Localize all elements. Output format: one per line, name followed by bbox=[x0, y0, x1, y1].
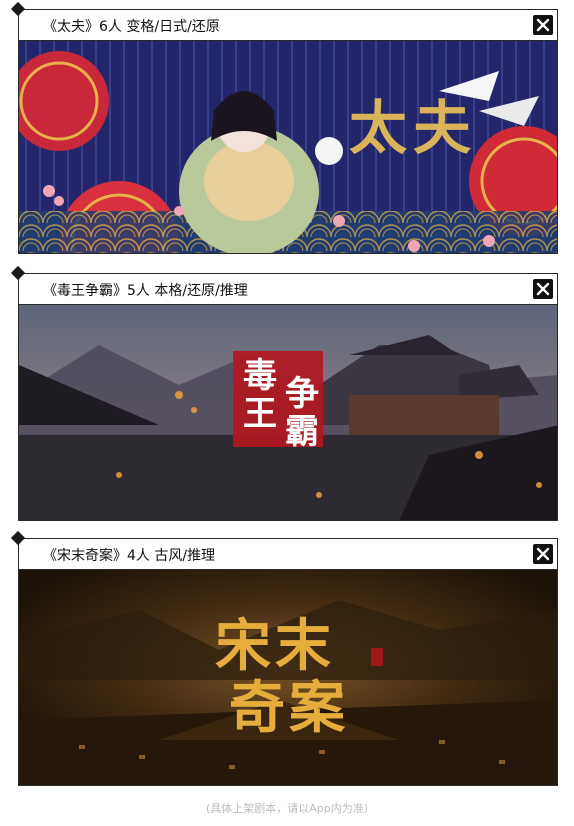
banner-title: 毒王 bbox=[243, 356, 277, 434]
script-card-header: 《太夫》6人 变格/日式/还原 bbox=[10, 1, 558, 41]
script-banner[interactable]: 宋末 奇案 bbox=[18, 570, 558, 786]
script-banner[interactable]: 毒王 争霸 bbox=[18, 305, 558, 521]
close-icon[interactable] bbox=[533, 279, 553, 299]
diamond-marker-icon bbox=[10, 1, 26, 17]
script-card[interactable]: 《太夫》6人 变格/日式/还原 太夫 bbox=[10, 1, 558, 254]
banner-title: 奇案 bbox=[229, 675, 349, 741]
script-card-header: 《宋末奇案》4人 古风/推理 bbox=[10, 530, 558, 570]
close-icon[interactable] bbox=[533, 544, 553, 564]
script-card-header: 《毒王争霸》5人 本格/还原/推理 bbox=[10, 265, 558, 305]
script-banner[interactable]: 太夫 bbox=[18, 41, 558, 254]
diamond-marker-icon bbox=[10, 530, 26, 546]
banner-title: 争霸 bbox=[285, 374, 319, 452]
banner-title: 宋末 bbox=[215, 613, 335, 679]
footer-note: (具体上架剧本，请以App内为准) bbox=[205, 802, 369, 815]
close-icon[interactable] bbox=[533, 15, 553, 35]
script-card[interactable]: 《毒王争霸》5人 本格/还原/推理 毒王 争霸 bbox=[10, 265, 558, 521]
script-title: 《太夫》6人 变格/日式/还原 bbox=[43, 19, 220, 35]
banner-title: 太夫 bbox=[349, 94, 478, 162]
script-title: 《宋末奇案》4人 古风/推理 bbox=[43, 548, 216, 564]
diamond-marker-icon bbox=[10, 265, 26, 281]
script-title: 《毒王争霸》5人 本格/还原/推理 bbox=[43, 283, 248, 299]
script-card[interactable]: 《宋末奇案》4人 古风/推理 宋末 奇案 bbox=[10, 530, 558, 786]
